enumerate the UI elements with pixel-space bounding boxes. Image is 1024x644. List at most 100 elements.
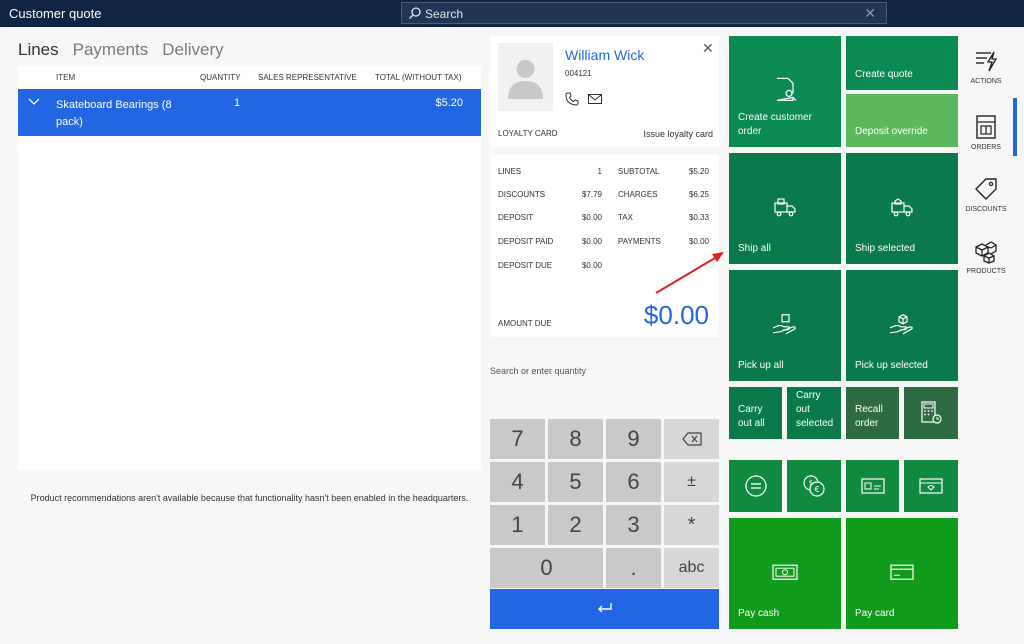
lines-count-label: Lines bbox=[498, 167, 522, 176]
person-icon bbox=[508, 60, 543, 99]
rail-selection-indicator bbox=[1013, 98, 1017, 156]
payment-method-button-1[interactable] bbox=[729, 460, 782, 512]
enter-button[interactable] bbox=[490, 589, 719, 629]
key-plus-minus[interactable]: ± bbox=[664, 462, 719, 502]
ship-selected-button[interactable]: Ship selected bbox=[846, 153, 958, 264]
subtotal-label: Subtotal bbox=[618, 167, 660, 176]
close-icon[interactable]: ✕ bbox=[702, 40, 714, 57]
column-quantity[interactable]: Quantity bbox=[200, 73, 240, 82]
backspace-button[interactable] bbox=[664, 419, 719, 459]
lines-tabs: Lines Payments Delivery bbox=[18, 40, 238, 60]
recall-order-label: Recall order bbox=[855, 404, 883, 429]
key-0[interactable]: 0 bbox=[490, 548, 603, 588]
tax-label: Tax bbox=[618, 213, 633, 222]
truck-icon bbox=[774, 197, 796, 216]
lines-count-value: 1 bbox=[597, 167, 602, 176]
search-input[interactable]: Search ✕ bbox=[401, 2, 887, 24]
key-decimal[interactable]: . bbox=[606, 548, 661, 588]
line-item-quantity: 1 bbox=[234, 97, 241, 109]
column-item[interactable]: Item bbox=[56, 73, 75, 82]
deposit-override-label: Deposit override bbox=[855, 126, 928, 137]
chevron-down-icon[interactable] bbox=[28, 97, 40, 107]
mail-icon[interactable] bbox=[588, 94, 602, 104]
gift-card-icon bbox=[919, 478, 943, 494]
rail-discounts-label: Discounts bbox=[965, 206, 1007, 213]
carry-out-all-button[interactable]: Carry out all bbox=[729, 387, 782, 439]
key-6[interactable]: 6 bbox=[606, 462, 661, 502]
key-multiply[interactable]: * bbox=[664, 505, 719, 545]
rail-discounts[interactable]: Discounts bbox=[961, 164, 1011, 222]
rail-products-label: Products bbox=[966, 268, 1006, 275]
line-item-name: Skateboard Bearings (8 pack) bbox=[56, 99, 172, 128]
svg-text:$: $ bbox=[809, 479, 813, 487]
payment-method-button-3[interactable] bbox=[846, 460, 899, 512]
lines-header: Item Quantity Sales representative Total… bbox=[18, 66, 481, 88]
title-bar: Customer quote Search ✕ bbox=[0, 0, 1024, 27]
recall-order-button[interactable]: Recall order bbox=[846, 387, 899, 439]
key-5[interactable]: 5 bbox=[548, 462, 603, 502]
table-row[interactable]: Skateboard Bearings (8 pack) 1 $5.20 bbox=[18, 89, 481, 136]
cash-icon bbox=[772, 564, 798, 580]
phone-icon[interactable] bbox=[565, 92, 579, 106]
search-placeholder: Search bbox=[425, 7, 464, 21]
carry-out-all-label: Carry out all bbox=[738, 404, 765, 429]
enter-icon bbox=[597, 603, 612, 613]
key-abc[interactable]: abc bbox=[664, 548, 719, 588]
subtotal-value: $5.20 bbox=[688, 167, 709, 176]
quantity-input[interactable]: Search or enter quantity bbox=[490, 366, 586, 376]
pick-up-all-label: Pick up all bbox=[738, 360, 784, 371]
payments-value: $0.00 bbox=[688, 237, 709, 246]
loyalty-card-label: Loyalty card bbox=[498, 129, 558, 138]
hand-cube-icon bbox=[889, 313, 913, 334]
customer-name[interactable]: William Wick bbox=[565, 47, 644, 63]
key-3[interactable]: 3 bbox=[606, 505, 661, 545]
rail-orders[interactable]: Orders bbox=[961, 102, 1011, 160]
create-customer-order-label: Create customer order bbox=[738, 112, 812, 137]
carry-out-selected-label: Carry out selected bbox=[796, 390, 834, 429]
payment-method-button-4[interactable] bbox=[904, 460, 958, 512]
tab-payments[interactable]: Payments bbox=[73, 40, 149, 59]
tab-lines[interactable]: Lines bbox=[18, 40, 59, 59]
issue-loyalty-card-link[interactable]: Issue loyalty card bbox=[643, 129, 713, 139]
charges-value: $6.25 bbox=[688, 190, 709, 199]
pick-up-all-button[interactable]: Pick up all bbox=[729, 270, 841, 381]
key-2[interactable]: 2 bbox=[548, 505, 603, 545]
key-1[interactable]: 1 bbox=[490, 505, 545, 545]
rail-actions[interactable]: Actions bbox=[961, 36, 1011, 94]
ship-all-button[interactable]: Ship all bbox=[729, 153, 841, 264]
equals-circle-icon bbox=[744, 475, 767, 497]
carry-out-selected-button[interactable]: Carry out selected bbox=[787, 387, 841, 439]
key-9[interactable]: 9 bbox=[606, 419, 661, 459]
currency-exchange-icon: $€ bbox=[803, 475, 825, 497]
pay-card-button[interactable]: Pay card bbox=[846, 518, 958, 629]
column-total[interactable]: Total (without tax) bbox=[375, 73, 462, 82]
pay-cash-button[interactable]: Pay cash bbox=[729, 518, 841, 629]
rail-products[interactable]: Products bbox=[961, 226, 1011, 284]
key-7[interactable]: 7 bbox=[490, 419, 545, 459]
calculator-icon bbox=[921, 401, 942, 424]
discounts-label: Discounts bbox=[498, 190, 546, 199]
tab-delivery[interactable]: Delivery bbox=[162, 40, 223, 59]
truck-box-icon bbox=[891, 197, 913, 216]
backspace-icon bbox=[681, 432, 702, 446]
create-customer-order-button[interactable]: Create customer order bbox=[729, 36, 841, 147]
key-8[interactable]: 8 bbox=[548, 419, 603, 459]
discounts-value: $7.79 bbox=[581, 190, 602, 199]
search-clear-icon[interactable]: ✕ bbox=[864, 5, 876, 22]
payment-method-button-2[interactable]: $ € bbox=[787, 460, 841, 512]
column-sales-rep[interactable]: Sales representative bbox=[258, 73, 357, 82]
annotation-arrow bbox=[655, 252, 724, 294]
key-4[interactable]: 4 bbox=[490, 462, 545, 502]
avatar bbox=[498, 43, 553, 111]
payments-label: Payments bbox=[618, 237, 661, 246]
create-quote-button[interactable]: Create quote bbox=[846, 36, 958, 90]
document-person-icon bbox=[776, 77, 797, 101]
calculator-button[interactable] bbox=[904, 387, 958, 439]
charges-label: Charges bbox=[618, 190, 658, 199]
pick-up-selected-button[interactable]: Pick up selected bbox=[846, 270, 958, 381]
orders-icon bbox=[976, 115, 996, 139]
customer-card: William Wick 004121 ✕ Loyalty card Issue… bbox=[490, 36, 719, 147]
deposit-override-button[interactable]: Deposit override bbox=[846, 94, 958, 147]
rail-orders-label: Orders bbox=[971, 144, 1001, 151]
tax-value: $0.33 bbox=[688, 213, 709, 222]
